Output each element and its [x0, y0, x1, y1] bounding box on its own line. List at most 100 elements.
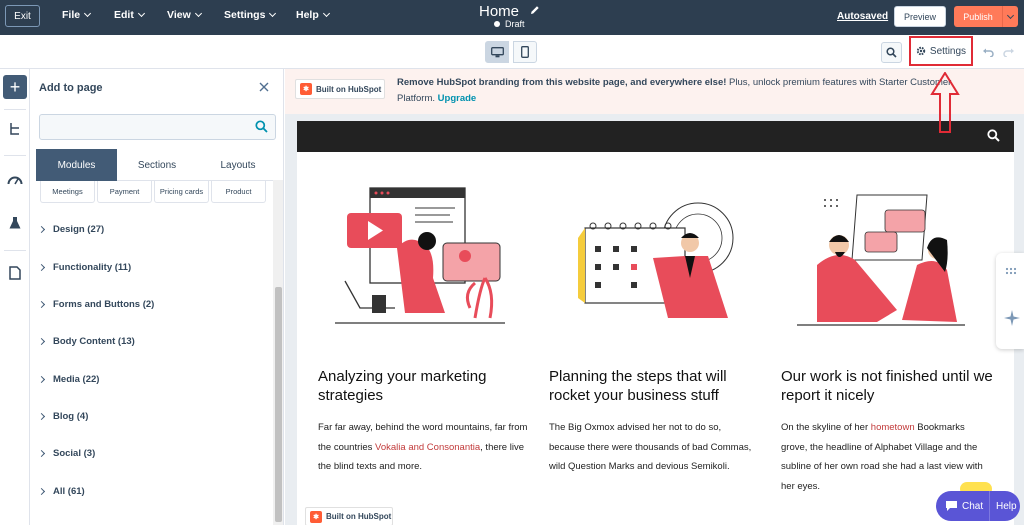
rail-divider — [4, 250, 26, 251]
mobile-preview-button[interactable] — [513, 41, 537, 63]
column-3-text-part: On the skyline of her — [781, 422, 871, 433]
menu-view-label: View — [167, 9, 191, 21]
category-label: Forms and Buttons (2) — [53, 299, 155, 310]
banner-bold-text: Remove HubSpot branding from this websit… — [397, 77, 727, 88]
marketing-illustration — [335, 187, 505, 324]
module-card-payment[interactable]: Payment — [97, 181, 152, 203]
banner-message: Remove HubSpot branding from this websit… — [397, 75, 987, 107]
built-on-hubspot-footer-badge: ✱ Built on HubSpot — [305, 507, 393, 525]
undo-button[interactable] — [982, 45, 994, 60]
top-bar: Exit File Edit View Settings Help Home D… — [0, 0, 1024, 35]
category-body-content[interactable]: Body Content (13) — [37, 336, 135, 347]
badge-label: Built on HubSpot — [316, 84, 382, 94]
menu-file[interactable]: File — [62, 9, 92, 21]
chevron-down-icon — [137, 9, 145, 18]
grid-dots-icon[interactable] — [1005, 267, 1019, 275]
chevron-right-icon — [37, 449, 46, 458]
status-label: Draft — [505, 19, 525, 29]
column-3-title: Our work is not finished until we report… — [781, 368, 993, 404]
category-media[interactable]: Media (22) — [37, 374, 99, 385]
category-functionality[interactable]: Functionality (11) — [37, 262, 132, 273]
autosaved-link[interactable]: Autosaved — [837, 11, 888, 22]
mobile-icon — [521, 46, 529, 58]
page-title[interactable]: Home — [479, 3, 519, 20]
module-search-input[interactable] — [39, 114, 276, 140]
publish-button[interactable]: Publish — [954, 6, 1002, 27]
chevron-right-icon — [37, 375, 46, 384]
tab-modules[interactable]: Modules — [36, 149, 117, 181]
help-button[interactable]: Help — [990, 501, 1017, 512]
page-icon[interactable] — [6, 264, 24, 282]
sparkle-icon[interactable] — [1004, 310, 1020, 326]
module-card-pricing-cards[interactable]: Pricing cards — [154, 181, 209, 203]
panel-scrollbar-thumb[interactable] — [275, 287, 282, 522]
pencil-icon[interactable] — [530, 5, 540, 18]
column-1-link[interactable]: Vokalia and Consonantia — [375, 442, 480, 453]
rail-divider — [4, 109, 26, 110]
search-button[interactable] — [881, 42, 902, 63]
menu-help[interactable]: Help — [296, 9, 330, 21]
report-illustration — [797, 194, 965, 326]
category-forms-and-buttons[interactable]: Forms and Buttons (2) — [37, 299, 155, 310]
redo-icon — [1003, 48, 1014, 58]
chat-help-widget: Chat Help — [936, 491, 1020, 521]
undo-icon — [983, 48, 994, 58]
chevron-right-icon — [37, 263, 46, 272]
tab-layouts[interactable]: Layouts — [197, 149, 279, 181]
tree-icon[interactable] — [6, 120, 24, 138]
category-label: Blog (4) — [53, 411, 89, 422]
planning-illustration — [578, 202, 734, 318]
column-3-link[interactable]: hometown — [871, 422, 915, 433]
chevron-down-icon — [269, 9, 277, 18]
chevron-right-icon — [37, 337, 46, 346]
page-status: Draft — [494, 19, 525, 29]
site-search-icon[interactable] — [987, 129, 1000, 147]
chat-icon — [946, 501, 957, 511]
chevron-right-icon — [37, 487, 46, 496]
category-label: Functionality (11) — [53, 262, 132, 273]
category-label: Body Content (13) — [53, 336, 135, 347]
floating-side-tabs — [996, 253, 1024, 349]
module-card-product[interactable]: Product — [211, 181, 266, 203]
gauge-icon[interactable] — [6, 171, 24, 189]
desktop-icon — [490, 46, 504, 57]
category-blog[interactable]: Blog (4) — [37, 411, 89, 422]
add-to-page-panel: Add to page Modules Sections Layouts Mee… — [30, 69, 284, 525]
chevron-right-icon — [37, 300, 46, 309]
menu-help-label: Help — [296, 9, 319, 21]
chevron-right-icon — [37, 412, 46, 421]
left-rail: + — [0, 69, 30, 525]
category-label: Social (3) — [53, 448, 96, 459]
panel-title: Add to page — [39, 82, 103, 94]
category-all[interactable]: All (61) — [37, 486, 85, 497]
gear-icon — [916, 46, 926, 56]
menu-view[interactable]: View — [167, 9, 202, 21]
column-1-text: Far far away, behind the word mountains,… — [318, 418, 528, 477]
upgrade-link[interactable]: Upgrade — [438, 93, 477, 104]
chat-button[interactable]: Chat — [936, 491, 990, 521]
settings-button[interactable]: Settings — [909, 36, 973, 66]
menu-file-label: File — [62, 9, 81, 21]
add-icon[interactable]: + — [3, 75, 27, 99]
category-label: All (61) — [53, 486, 85, 497]
column-2-title: Planning the steps that will rocket your… — [549, 368, 727, 404]
menu-edit[interactable]: Edit — [114, 9, 145, 21]
publish-options-button[interactable] — [1002, 6, 1018, 27]
module-card-meetings[interactable]: Meetings — [40, 181, 95, 203]
annotation-arrow-icon — [930, 72, 960, 133]
tab-sections[interactable]: Sections — [117, 149, 197, 181]
search-icon — [886, 47, 897, 58]
close-icon[interactable] — [259, 79, 269, 96]
chevron-down-icon — [1006, 11, 1015, 19]
chevron-right-icon — [37, 225, 46, 234]
preview-button[interactable]: Preview — [894, 6, 946, 27]
search-icon — [255, 120, 268, 133]
chevron-down-icon — [84, 9, 92, 18]
exit-button[interactable]: Exit — [5, 5, 40, 27]
category-design[interactable]: Design (27) — [37, 224, 104, 235]
category-social[interactable]: Social (3) — [37, 448, 96, 459]
flask-icon[interactable] — [6, 214, 24, 232]
redo-button[interactable] — [1003, 45, 1015, 60]
menu-settings[interactable]: Settings — [224, 9, 277, 21]
desktop-preview-button[interactable] — [485, 41, 509, 63]
